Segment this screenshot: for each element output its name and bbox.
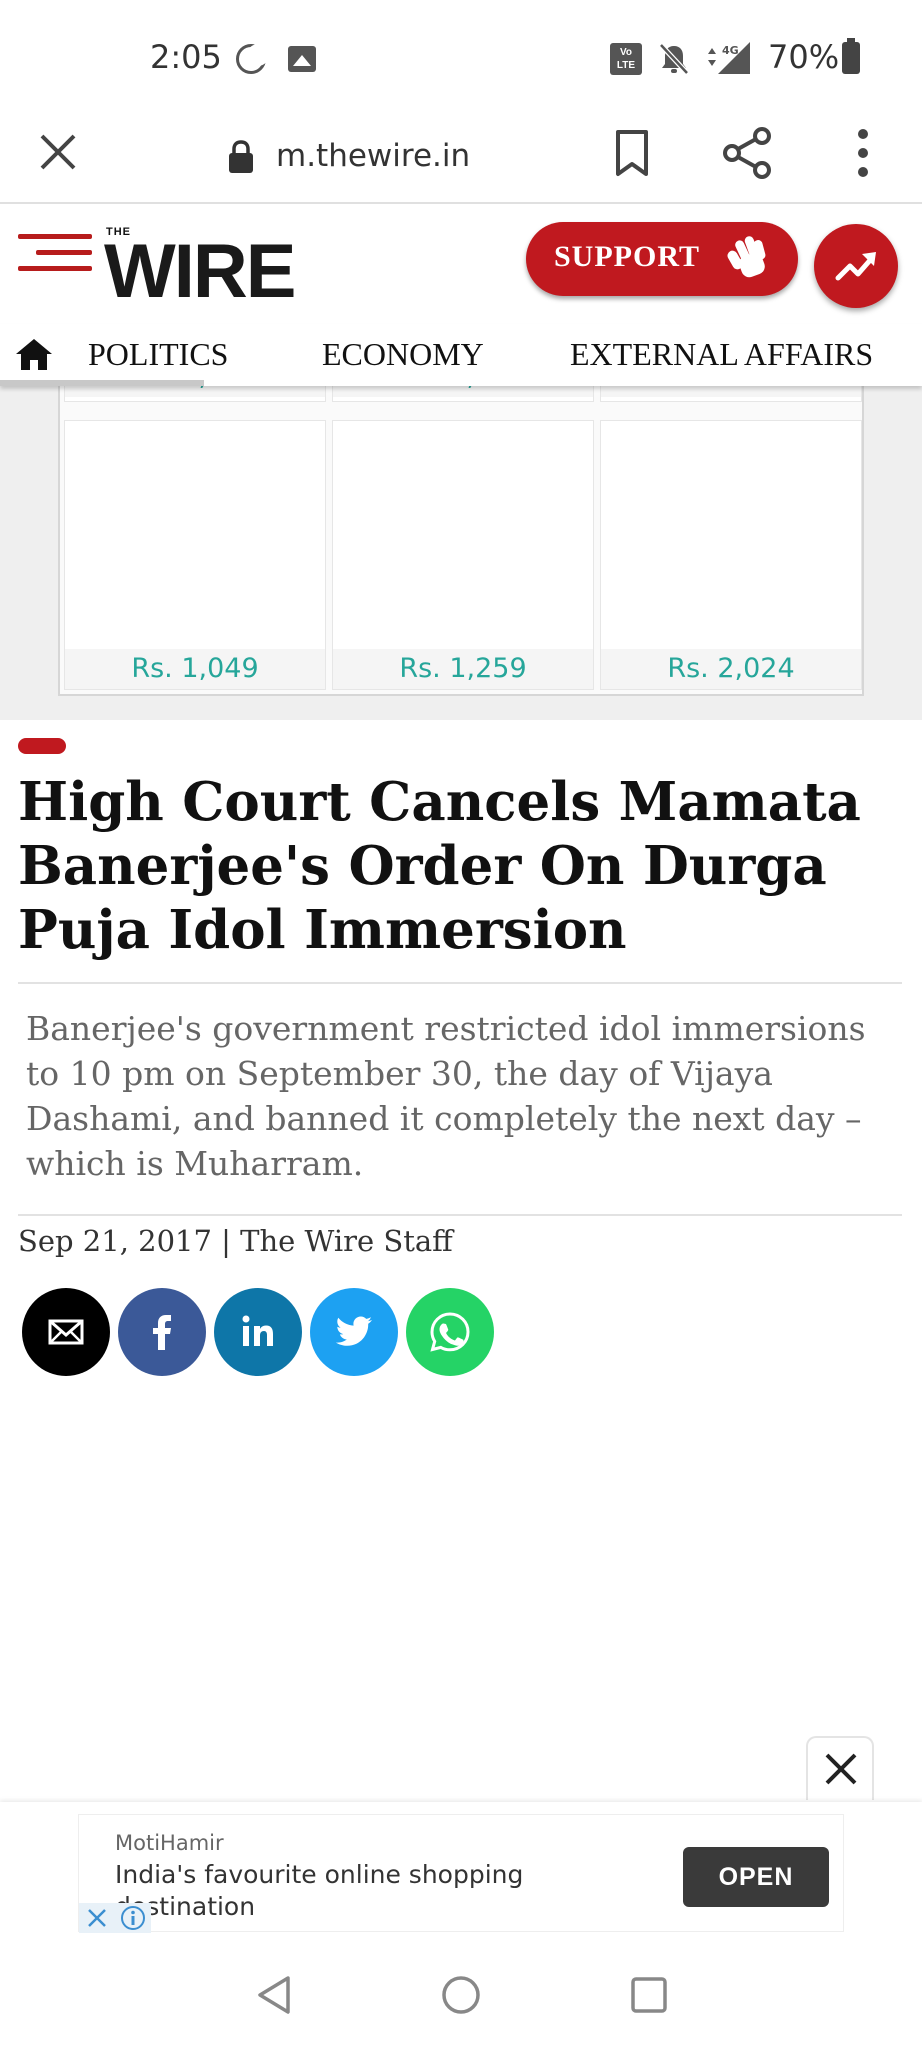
ad-banner: MotiHamir India's favourite online shopp…	[0, 1802, 922, 1938]
status-bar: 2:05 Vo LTE 4G 70%	[0, 0, 922, 110]
product-card[interactable]: Rs. 1,049	[64, 420, 326, 690]
system-navigation-bar	[0, 1938, 922, 2048]
hamburger-menu-icon[interactable]	[18, 232, 92, 274]
nav-item-politics[interactable]: POLITICS	[88, 336, 228, 373]
facebook-icon	[153, 1315, 171, 1350]
ad-content[interactable]: MotiHamir India's favourite online shopp…	[78, 1814, 844, 1933]
site-header: THE WIRE SUPPORT	[0, 204, 922, 324]
ad-text: India's favourite online shopping destin…	[115, 1860, 524, 1921]
whatsapp-icon	[430, 1312, 470, 1352]
signal-4g-icon: 4G	[708, 42, 750, 74]
browser-toolbar: m.thewire.in	[0, 110, 922, 204]
ad-info-icon[interactable]	[115, 1903, 151, 1933]
ad-close-tab[interactable]	[806, 1736, 874, 1800]
divider	[18, 1214, 902, 1216]
product-price: Rs. 2,024	[601, 649, 861, 689]
bell-off-icon	[659, 43, 689, 75]
do-not-disturb-moon-icon	[236, 44, 269, 74]
share-email-button[interactable]	[22, 1288, 110, 1376]
support-label: SUPPORT	[554, 240, 700, 273]
logo-main-text: WIRE	[104, 229, 296, 314]
recent-apps-icon[interactable]	[630, 1976, 668, 2014]
article-summary: Banerjee's government restricted idol im…	[26, 1009, 866, 1183]
the-wire-logo[interactable]: THE WIRE	[104, 222, 324, 312]
trending-up-icon	[835, 252, 876, 281]
raised-fist-icon	[727, 236, 766, 278]
home-button-icon[interactable]	[440, 1974, 482, 2016]
divider	[18, 982, 902, 984]
product-card[interactable]: Rs. 2,024	[600, 420, 862, 690]
bookmark-icon[interactable]	[612, 128, 652, 178]
ad-dismiss-icon[interactable]	[79, 1903, 115, 1933]
category-tag-pill[interactable]	[18, 738, 66, 754]
ad-brand: MotiHamir	[115, 1831, 224, 1855]
nav-item-external-affairs[interactable]: EXTERNAL AFFAIRS	[570, 336, 873, 373]
product-price: Rs. 1,049	[65, 649, 325, 689]
more-options-icon[interactable]	[850, 126, 876, 180]
email-icon	[48, 1319, 84, 1345]
share-whatsapp-button[interactable]	[406, 1288, 494, 1376]
product-ad-grid: Rs. 1,649 Rs. 1,619 Rs. 892 Rs. 1,049 Rs…	[0, 346, 922, 720]
category-nav: POLITICS ECONOMY EXTERNAL AFFAIRS	[0, 324, 922, 386]
linkedin-icon	[242, 1315, 273, 1346]
article-headline: High Court Cancels Mamata Banerjee's Ord…	[18, 771, 861, 961]
back-icon[interactable]	[254, 1974, 294, 2016]
twitter-icon	[335, 1316, 372, 1346]
volte-icon: Vo LTE	[610, 43, 642, 75]
home-icon[interactable]	[14, 336, 54, 372]
share-icon[interactable]	[722, 126, 772, 180]
share-twitter-button[interactable]	[310, 1288, 398, 1376]
svg-text:4G: 4G	[722, 44, 739, 57]
product-grid-box: Rs. 1,649 Rs. 1,619 Rs. 892 Rs. 1,049 Rs…	[58, 346, 864, 696]
battery-icon	[842, 38, 860, 74]
trending-button[interactable]	[814, 224, 898, 308]
status-time: 2:05	[150, 38, 222, 76]
nav-item-economy[interactable]: ECONOMY	[322, 336, 484, 373]
lock-icon	[229, 140, 253, 173]
share-linkedin-button[interactable]	[214, 1288, 302, 1376]
gallery-notification-icon	[288, 46, 316, 72]
close-tab-icon[interactable]	[36, 130, 80, 174]
share-facebook-button[interactable]	[118, 1288, 206, 1376]
support-button[interactable]: SUPPORT	[526, 222, 798, 296]
close-ad-icon[interactable]	[822, 1750, 860, 1788]
url-field[interactable]: m.thewire.in	[276, 128, 470, 184]
nav-scroll-indicator	[0, 380, 204, 386]
ad-open-button[interactable]: OPEN	[683, 1847, 829, 1907]
product-price: Rs. 1,259	[333, 649, 593, 689]
product-card[interactable]: Rs. 1,259	[332, 420, 594, 690]
share-buttons	[22, 1288, 522, 1378]
battery-percent: 70%	[768, 38, 840, 76]
article-byline: Sep 21, 2017 | The Wire Staff	[18, 1224, 453, 1258]
